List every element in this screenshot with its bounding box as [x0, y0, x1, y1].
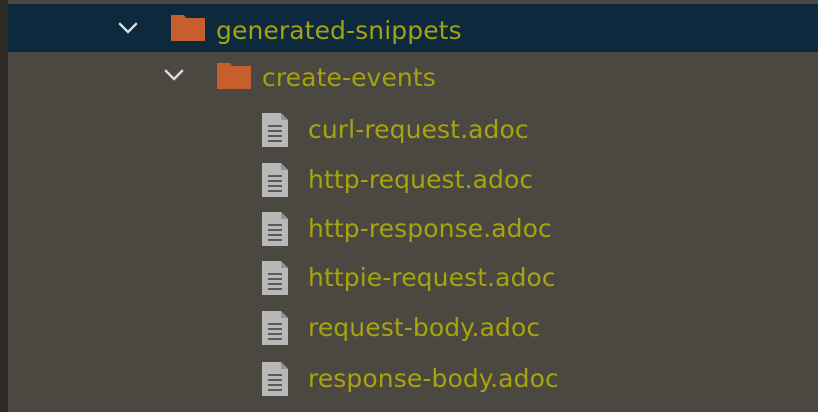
file-label: http-response.adoc	[308, 214, 552, 243]
tree-node-generated-snippets[interactable]: generated-snippets	[8, 4, 818, 52]
tree-node-response-body[interactable]: response-body.adoc	[8, 354, 818, 404]
tree-node-create-events[interactable]: create-events	[8, 53, 818, 103]
file-label: response-body.adoc	[308, 364, 559, 393]
tree-node-http-response[interactable]: http-response.adoc	[8, 204, 818, 254]
tree-node-curl-request[interactable]: curl-request.adoc	[8, 105, 818, 155]
file-label: httpie-request.adoc	[308, 263, 556, 292]
project-tree: generated-snippets create-events curl-re…	[0, 0, 818, 412]
tree-node-http-request[interactable]: http-request.adoc	[8, 155, 818, 205]
chevron-down-icon[interactable]	[162, 63, 186, 87]
file-label: curl-request.adoc	[308, 115, 529, 144]
tree-node-httpie-request[interactable]: httpie-request.adoc	[8, 253, 818, 303]
chevron-down-icon[interactable]	[116, 16, 140, 40]
folder-label: generated-snippets	[216, 16, 462, 45]
tree-node-request-body[interactable]: request-body.adoc	[8, 303, 818, 353]
document-icon	[262, 362, 288, 396]
file-label: request-body.adoc	[308, 313, 541, 342]
document-icon	[262, 311, 288, 345]
folder-label: create-events	[262, 63, 436, 92]
file-label: http-request.adoc	[308, 165, 534, 194]
folder-icon	[217, 63, 251, 89]
document-icon	[262, 212, 288, 246]
document-icon	[262, 261, 288, 295]
folder-icon	[171, 15, 205, 41]
document-icon	[262, 163, 288, 197]
document-icon	[262, 113, 288, 147]
